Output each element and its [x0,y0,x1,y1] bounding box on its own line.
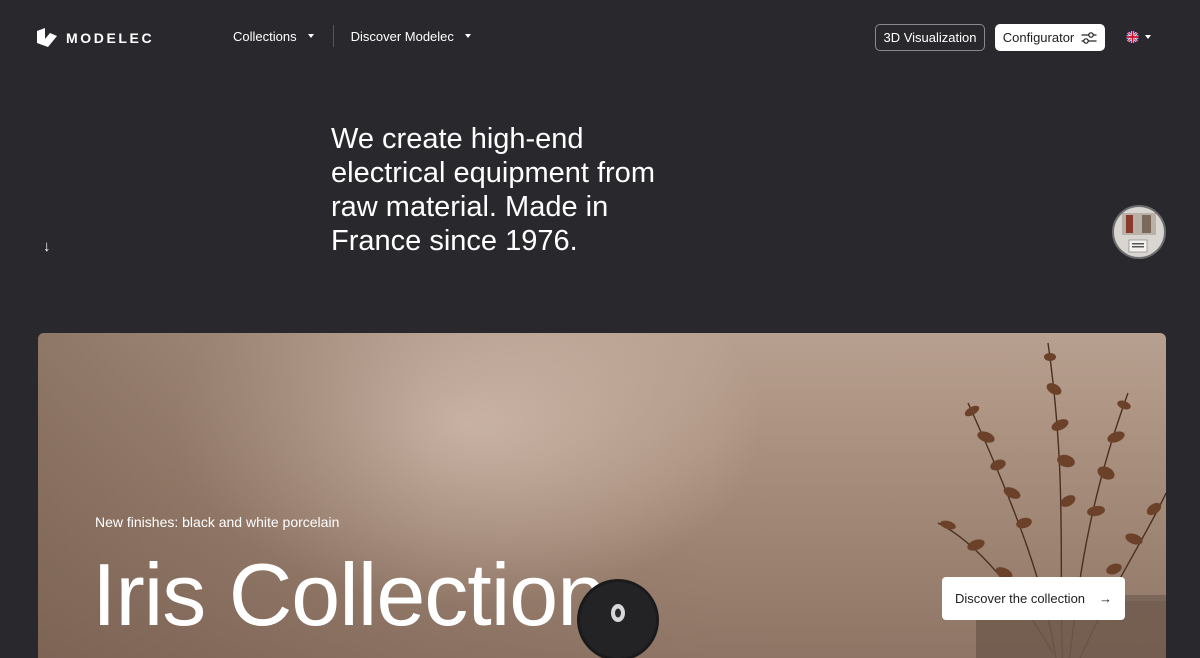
modelec-logo-icon [37,28,57,47]
nav-divider [332,25,334,47]
uk-flag-icon [1126,31,1139,43]
room-preview-thumbnail[interactable] [1112,205,1166,259]
3d-visualization-label: 3D Visualization [883,30,977,45]
nav-collections-label: Collections [233,28,297,44]
black-porcelain-switch-image [577,579,659,658]
caret-down-icon [1145,35,1151,39]
nav-discover-label: Discover Modelec [350,28,454,44]
arrow-right-icon: → [1099,591,1113,606]
caret-down-icon [307,34,314,38]
intro-headline: We create high-end electrical equipment … [331,123,655,257]
scroll-down-icon[interactable]: ↓ [43,238,51,255]
3d-visualization-button[interactable]: 3D Visualization [875,24,985,51]
nav-collections[interactable]: Collections [233,29,314,44]
hero-subtitle: New finishes: black and white porcelain [95,514,340,530]
sliders-icon [1081,31,1097,44]
discover-collection-button[interactable]: Discover the collection → [942,577,1125,620]
discover-collection-label: Discover the collection [954,591,1086,606]
hero-title: Iris Collection [92,545,606,644]
iris-collection-hero: New finishes: black and white porcelain … [38,333,1166,658]
configurator-label: Configurator [1002,30,1075,45]
brand-name: MODELEC [66,29,155,46]
room-preview-image [1114,207,1164,257]
language-selector[interactable] [1126,31,1151,43]
brand-logo[interactable]: MODELEC [37,28,154,47]
main-nav: Collections Discover Modelec [233,24,471,48]
page: MODELEC Collections Discover Modelec 3D … [0,0,1200,658]
site-header: MODELEC Collections Discover Modelec 3D … [0,0,1200,74]
nav-discover-modelec[interactable]: Discover Modelec [351,29,471,44]
configurator-button[interactable]: Configurator [995,24,1105,51]
caret-down-icon [464,34,471,38]
